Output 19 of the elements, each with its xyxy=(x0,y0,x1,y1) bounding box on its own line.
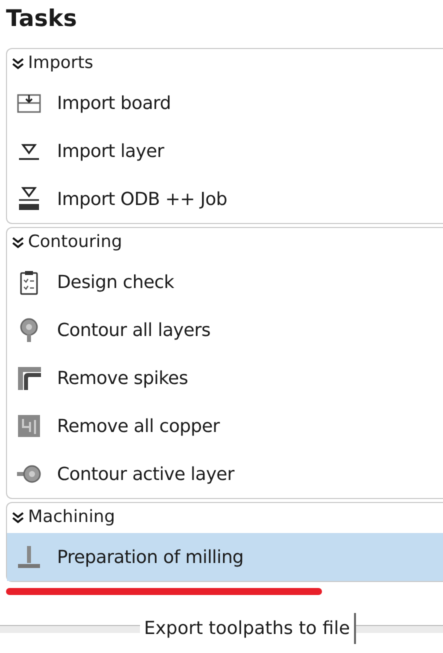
collapse-chevron-icon xyxy=(12,511,24,525)
task-item[interactable]: Import layer xyxy=(7,127,443,175)
task-item[interactable]: Preparation of milling xyxy=(7,533,443,581)
task-item[interactable]: Contour active layer xyxy=(7,450,443,498)
milling-tool-icon xyxy=(15,543,43,571)
task-item[interactable]: Design check xyxy=(7,258,443,306)
task-item[interactable]: Contour all layers xyxy=(7,306,443,354)
circuit-board-icon xyxy=(15,412,43,440)
task-item[interactable]: Import ODB ++ Job xyxy=(7,175,443,223)
collapse-chevron-icon xyxy=(12,57,24,71)
collapse-chevron-icon xyxy=(12,236,24,250)
group-header[interactable]: Machining xyxy=(7,503,443,533)
group-header[interactable]: Contouring xyxy=(7,228,443,258)
panel-title: Tasks xyxy=(5,5,78,34)
task-item[interactable]: Import board xyxy=(7,79,443,127)
task-item[interactable]: Remove all copper xyxy=(7,402,443,450)
corner-trace-icon xyxy=(15,364,43,392)
group-header[interactable]: Imports xyxy=(7,49,443,79)
task-item[interactable]: Remove spikes xyxy=(7,354,443,402)
